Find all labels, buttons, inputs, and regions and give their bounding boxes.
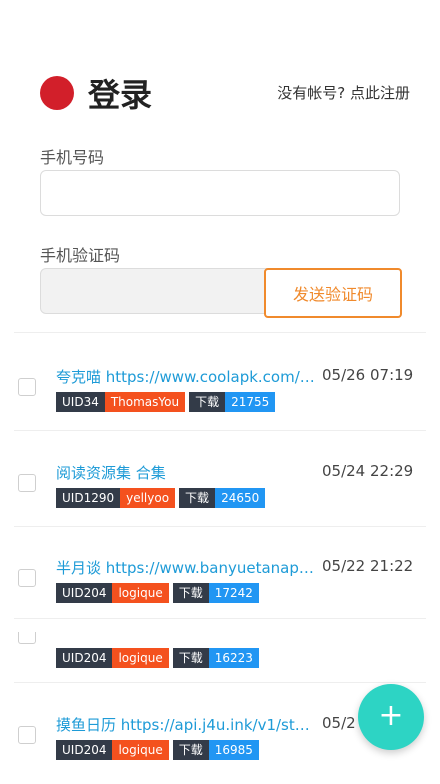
list-item[interactable]: 半月谈 https://www.banyuetanapp.com 05/22 2… [0, 557, 440, 627]
divider [14, 618, 426, 619]
item-tags: UID204 logique 下载 16223 [56, 648, 259, 668]
uid-badge: UID1290 [56, 488, 121, 508]
user-badge: ThomasYou [104, 392, 186, 412]
uid-badge: UID204 [56, 583, 113, 603]
uid-badge: UID204 [56, 740, 113, 760]
row-checkbox[interactable] [18, 726, 36, 744]
item-title[interactable]: 夸克喵 https://www.coolapk.com/apk/com.quar… [56, 366, 318, 387]
uid-badge: UID34 [56, 392, 105, 412]
divider [14, 332, 426, 333]
item-title[interactable]: 半月谈 https://www.banyuetanapp.com [56, 557, 318, 578]
divider [14, 430, 426, 431]
item-time: 05/2 [322, 714, 356, 732]
download-label: 下载 [172, 740, 209, 760]
download-label: 下载 [179, 488, 216, 508]
row-checkbox[interactable] [18, 474, 36, 492]
item-tags: UID34 ThomasYou 下载 21755 [56, 392, 276, 412]
download-count: 17242 [208, 583, 259, 603]
page-title: 登录 [88, 76, 153, 114]
list-item[interactable]: 夸克喵 https://www.coolapk.com/apk/com.quar… [0, 366, 440, 436]
uid-badge: UID204 [56, 648, 113, 668]
plus-icon: + [378, 698, 404, 733]
row-checkbox[interactable] [18, 378, 36, 396]
code-label: 手机验证码 [40, 246, 121, 265]
download-label: 下载 [189, 392, 226, 412]
divider [14, 526, 426, 527]
download-count: 16223 [208, 648, 259, 668]
register-link[interactable]: 没有帐号? 点此注册 [277, 82, 410, 103]
send-code-button[interactable]: 发送验证码 [264, 268, 402, 318]
row-checkbox[interactable] [18, 632, 36, 644]
logo-icon [40, 76, 74, 110]
row-checkbox[interactable] [18, 569, 36, 587]
user-badge: logique [112, 583, 169, 603]
user-badge: logique [112, 648, 169, 668]
download-count: 16985 [208, 740, 259, 760]
item-time: 05/22 21:22 [322, 557, 414, 575]
user-badge: yellyoo [120, 488, 176, 508]
item-tags: UID204 logique 下载 17242 [56, 583, 259, 603]
item-title[interactable]: 阅读资源集 合集 [56, 462, 318, 483]
login-header: 登录 没有帐号? 点此注册 [40, 68, 410, 116]
add-fab-button[interactable]: + [358, 684, 424, 750]
download-label: 下载 [172, 648, 209, 668]
item-title[interactable]: 摸鱼日历 https://api.j4u.ink/v1/store/other/… [56, 714, 318, 735]
user-badge: logique [112, 740, 169, 760]
divider [14, 682, 426, 683]
list-item[interactable]: 阅读资源集 合集 05/24 22:29 UID1290 yellyoo 下载 … [0, 462, 440, 532]
item-tags: UID1290 yellyoo 下载 24650 [56, 488, 266, 508]
phone-label: 手机号码 [40, 148, 105, 167]
item-tags: UID204 logique 下载 16985 [56, 740, 259, 760]
item-time: 05/24 22:29 [322, 462, 414, 480]
download-label: 下载 [172, 583, 209, 603]
list-item[interactable]: UID204 logique 下载 16223 [0, 620, 440, 690]
phone-input[interactable] [40, 170, 400, 216]
download-count: 21755 [225, 392, 276, 412]
item-time: 05/26 07:19 [322, 366, 414, 384]
download-count: 24650 [215, 488, 266, 508]
code-input[interactable] [40, 268, 268, 314]
